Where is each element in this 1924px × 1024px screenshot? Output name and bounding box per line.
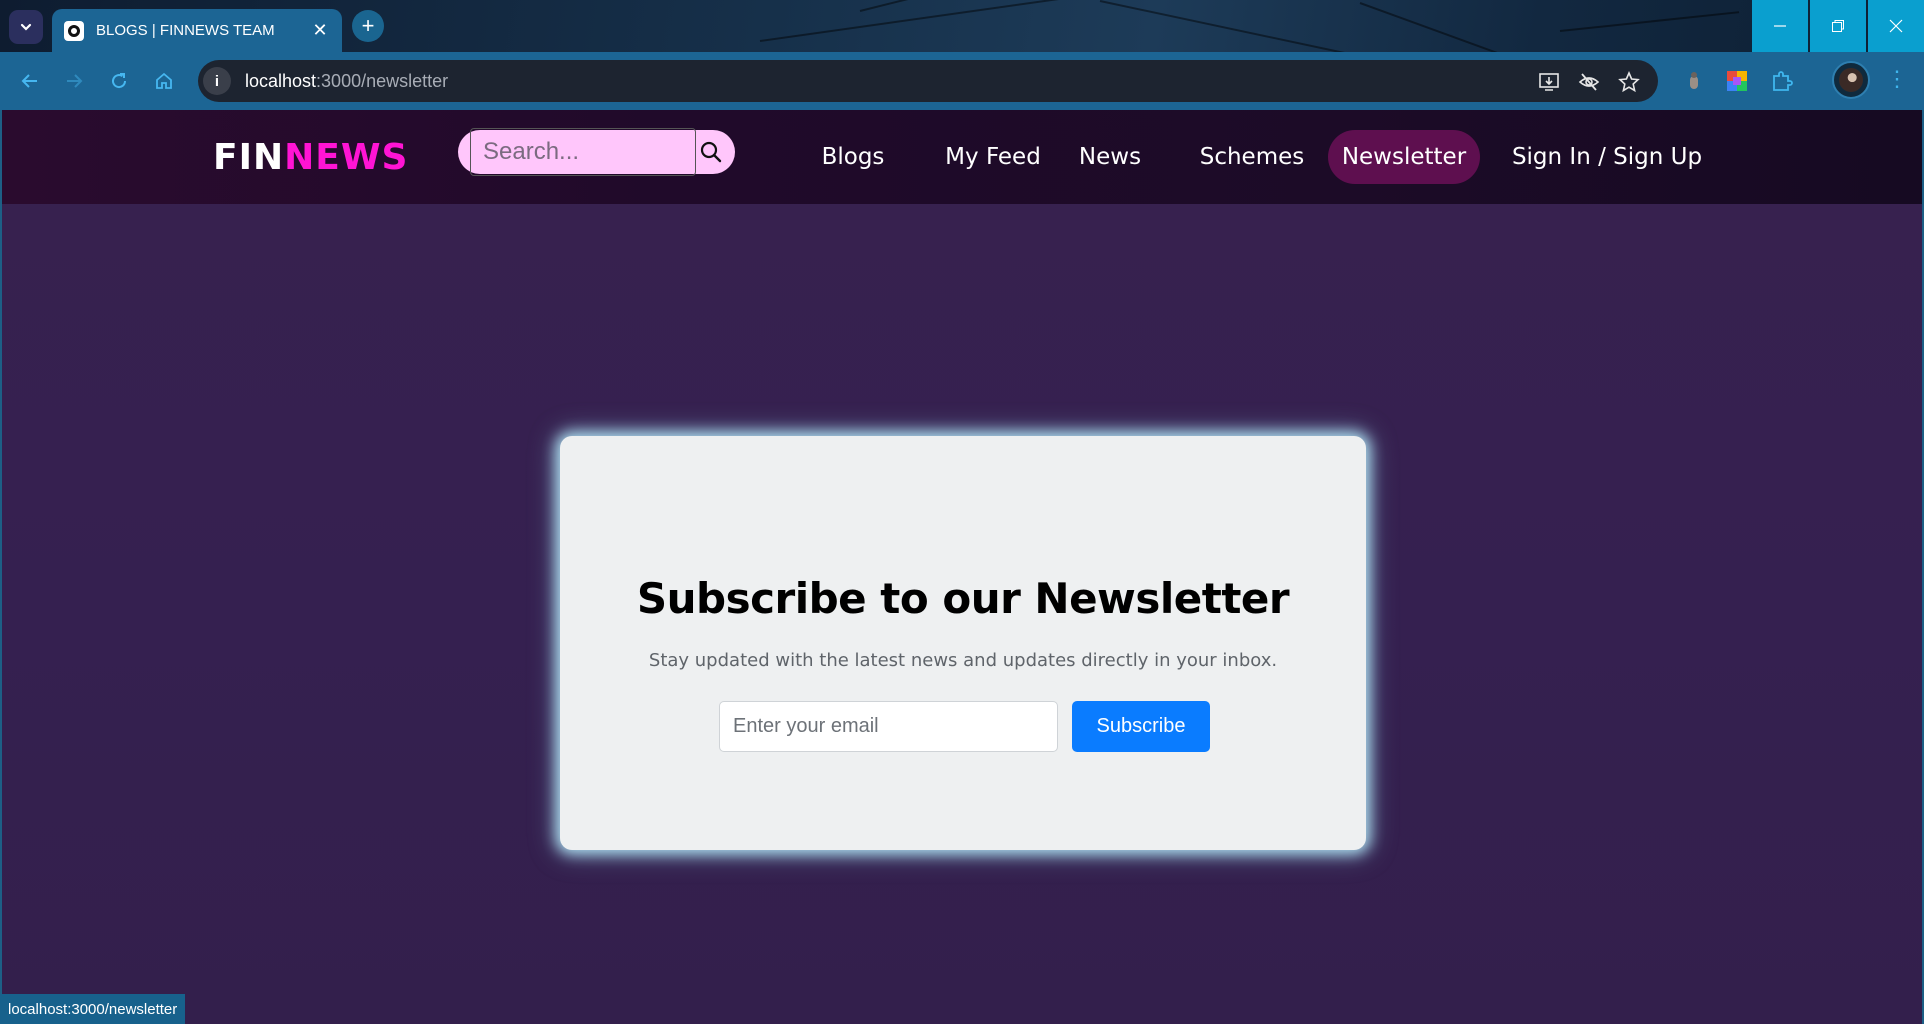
email-field[interactable] (719, 701, 1058, 752)
minimize-button[interactable] (1752, 0, 1808, 52)
home-button[interactable] (149, 66, 179, 96)
address-bar[interactable]: i localhost:3000/newsletter (198, 60, 1658, 102)
nav-blogs[interactable]: Blogs (808, 130, 898, 184)
nav-my-feed[interactable]: My Feed (928, 130, 1058, 184)
extension-icon[interactable] (1725, 69, 1749, 93)
chevron-down-icon (20, 23, 32, 31)
logo-fin: FIN (213, 137, 285, 178)
forward-button[interactable] (59, 66, 89, 96)
browser-tab[interactable]: BLOGS | FINNEWS TEAM ✕ (52, 9, 342, 52)
address-url[interactable]: localhost:3000/newsletter (245, 71, 448, 92)
url-path: :3000/newsletter (316, 70, 449, 91)
newsletter-heading: Subscribe to our Newsletter (636, 574, 1290, 623)
nav-news[interactable]: News (1070, 130, 1150, 184)
main-content: Subscribe to our Newsletter Stay updated… (2, 204, 1922, 1024)
new-tab-button[interactable]: + (352, 10, 384, 42)
restore-button[interactable] (1810, 0, 1866, 52)
nav-sign-in[interactable]: Sign In / Sign Up (1502, 130, 1712, 184)
newsletter-card: Subscribe to our Newsletter Stay updated… (560, 436, 1366, 850)
reload-icon (112, 73, 127, 89)
close-icon[interactable]: ✕ (310, 20, 330, 41)
status-bar-url: localhost:3000/newsletter (0, 994, 186, 1024)
subscribe-button[interactable]: Subscribe (1072, 701, 1210, 752)
window-close-icon (1889, 19, 1903, 33)
tab-title: BLOGS | FINNEWS TEAM (96, 22, 275, 39)
back-button[interactable] (15, 66, 45, 96)
newsletter-subtext: Stay updated with the latest news and up… (648, 650, 1278, 671)
reload-button[interactable] (104, 66, 134, 96)
background-decoration (1099, 0, 1375, 52)
browser-toolbar: i localhost:3000/newsletter (0, 52, 1924, 110)
tab-favicon (64, 20, 84, 41)
search-bar (458, 128, 735, 176)
logo-news: NEWS (284, 137, 409, 178)
restore-icon (1832, 20, 1844, 32)
install-app-icon[interactable] (1538, 71, 1560, 93)
extension-icon[interactable] (1682, 69, 1706, 93)
site-logo[interactable]: FINNEWS (213, 137, 408, 178)
puzzle-icon[interactable] (1770, 69, 1794, 93)
back-icon (21, 74, 37, 88)
avatar[interactable] (1832, 61, 1870, 99)
home-icon (156, 72, 172, 89)
site-header: FINNEWS Blogs My Feed News Schemes Newsl… (2, 110, 1922, 204)
background-decoration (759, 0, 1078, 42)
plus-icon: + (361, 13, 375, 38)
site-info-icon[interactable]: i (203, 67, 231, 95)
eye-off-icon[interactable] (1578, 71, 1600, 93)
more-icon[interactable]: ⋮ (1886, 66, 1908, 92)
background-decoration (1559, 11, 1740, 32)
nav-newsletter[interactable]: Newsletter (1328, 130, 1480, 184)
minimize-icon (1774, 25, 1786, 27)
forward-icon (67, 74, 83, 88)
browser-titlebar: BLOGS | FINNEWS TEAM ✕ + (0, 0, 1924, 52)
window-close-button[interactable] (1868, 0, 1924, 52)
tab-search-button[interactable] (9, 10, 43, 44)
nav-schemes[interactable]: Schemes (1182, 130, 1322, 184)
search-icon[interactable] (699, 140, 723, 164)
background-decoration (1359, 2, 1511, 52)
star-icon[interactable] (1618, 71, 1640, 93)
url-host: localhost (245, 70, 317, 91)
search-input[interactable] (470, 128, 696, 176)
